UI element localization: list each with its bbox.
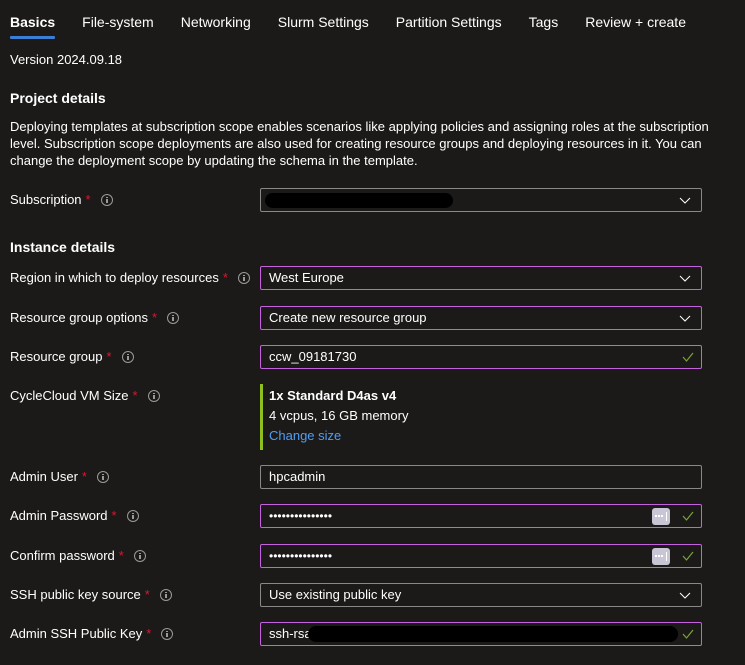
ssh-public-key-value: ssh-rsa — [269, 626, 312, 641]
ssh-key-source-value: Use existing public key — [269, 587, 402, 602]
resource-group-label: Resource group * — [10, 345, 134, 369]
confirm-password-label: Confirm password * — [10, 544, 146, 568]
checkmark-icon — [682, 629, 694, 639]
resource-group-options-dropdown[interactable]: Create new resource group — [260, 306, 702, 330]
required-marker: * — [152, 310, 158, 325]
tab-networking[interactable]: Networking — [181, 0, 251, 40]
ssh-public-key-label: Admin SSH Public Key * — [10, 622, 174, 646]
admin-user-label-text: Admin User — [10, 469, 78, 484]
required-marker: * — [106, 349, 112, 364]
vm-size-label: CycleCloud VM Size * — [10, 384, 160, 408]
password-manager-icon[interactable] — [652, 508, 670, 525]
required-marker: * — [85, 192, 91, 207]
resource-group-options-value: Create new resource group — [269, 310, 427, 325]
region-label-text: Region in which to deploy resources — [10, 270, 219, 285]
ssh-key-source-dropdown[interactable]: Use existing public key — [260, 583, 702, 607]
tab-file-system[interactable]: File-system — [82, 0, 154, 40]
info-icon[interactable] — [133, 550, 146, 562]
info-icon[interactable] — [121, 351, 134, 363]
required-marker: * — [111, 508, 117, 523]
admin-user-label: Admin User * — [10, 465, 109, 489]
required-marker: * — [146, 626, 152, 641]
resource-group-input[interactable]: ccw_09181730 — [260, 345, 702, 369]
chevron-down-icon — [679, 315, 691, 322]
redacted-value — [265, 193, 453, 208]
info-icon[interactable] — [100, 194, 113, 206]
checkmark-icon — [682, 551, 694, 561]
admin-password-value: ••••••••••••••• — [269, 509, 333, 523]
vm-size-spec: 4 vcpus, 16 GB memory — [269, 408, 409, 423]
required-marker: * — [118, 548, 124, 563]
info-icon[interactable] — [147, 390, 160, 402]
project-details-heading: Project details — [10, 90, 106, 106]
info-icon[interactable] — [96, 471, 109, 483]
chevron-down-icon — [679, 275, 691, 282]
ssh-public-key-row: Admin SSH Public Key * ssh-rsa — [10, 622, 702, 646]
resource-group-label-text: Resource group — [10, 349, 103, 364]
tab-review-create[interactable]: Review + create — [585, 0, 686, 40]
resource-group-options-label-text: Resource group options — [10, 310, 149, 325]
chevron-down-icon — [679, 592, 691, 599]
admin-password-label: Admin Password * — [10, 504, 139, 528]
resource-group-row: Resource group * ccw_09181730 — [10, 345, 702, 369]
resource-group-options-label: Resource group options * — [10, 306, 180, 330]
subscription-label: Subscription * — [10, 188, 113, 212]
admin-password-row: Admin Password * ••••••••••••••• — [10, 504, 702, 528]
ssh-public-key-input[interactable]: ssh-rsa — [260, 622, 702, 646]
tab-basics[interactable]: Basics — [10, 0, 56, 40]
admin-user-input[interactable]: hpcadmin — [260, 465, 702, 489]
instance-details-heading: Instance details — [10, 239, 116, 255]
project-details-description: Deploying templates at subscription scop… — [10, 119, 709, 168]
redacted-value — [308, 626, 678, 642]
vm-size-summary: 1x Standard D4as v4 4 vcpus, 16 GB memor… — [260, 384, 408, 450]
admin-user-row: Admin User * hpcadmin — [10, 465, 702, 489]
resource-group-value: ccw_09181730 — [269, 349, 357, 364]
admin-password-input[interactable]: ••••••••••••••• — [260, 504, 702, 528]
required-marker: * — [81, 469, 87, 484]
ssh-key-source-label-text: SSH public key source — [10, 587, 141, 602]
required-marker: * — [132, 388, 138, 403]
region-value: West Europe — [269, 270, 344, 285]
subscription-label-text: Subscription — [10, 192, 82, 207]
vm-size-name: 1x Standard D4as v4 — [269, 388, 397, 403]
info-icon[interactable] — [237, 272, 250, 284]
change-size-link[interactable]: Change size — [269, 426, 408, 446]
chevron-down-icon — [679, 197, 691, 204]
admin-password-label-text: Admin Password — [10, 508, 108, 523]
required-marker: * — [222, 270, 228, 285]
tab-tags[interactable]: Tags — [529, 0, 559, 40]
required-marker: * — [144, 587, 150, 602]
confirm-password-input[interactable]: ••••••••••••••• — [260, 544, 702, 568]
ssh-key-source-label: SSH public key source * — [10, 583, 172, 607]
info-icon[interactable] — [126, 510, 139, 522]
resource-group-options-row: Resource group options * Create new reso… — [10, 306, 702, 330]
ssh-key-source-row: SSH public key source * Use existing pub… — [10, 583, 702, 607]
region-row: Region in which to deploy resources * We… — [10, 266, 702, 290]
info-icon[interactable] — [161, 628, 174, 640]
tab-slurm-settings[interactable]: Slurm Settings — [278, 0, 369, 40]
tab-partition-settings[interactable]: Partition Settings — [396, 0, 502, 40]
password-manager-icon[interactable] — [652, 548, 670, 565]
info-icon[interactable] — [167, 312, 180, 324]
wizard-tabs: Basics File-system Networking Slurm Sett… — [10, 0, 713, 40]
confirm-password-label-text: Confirm password — [10, 548, 115, 563]
confirm-password-value: ••••••••••••••• — [269, 549, 333, 563]
version-text: Version 2024.09.18 — [10, 52, 123, 67]
vm-size-label-text: CycleCloud VM Size — [10, 388, 129, 403]
subscription-row: Subscription * — [10, 188, 702, 212]
region-dropdown[interactable]: West Europe — [260, 266, 702, 290]
ssh-public-key-label-text: Admin SSH Public Key — [10, 626, 143, 641]
admin-user-value: hpcadmin — [269, 469, 326, 484]
info-icon[interactable] — [159, 589, 172, 601]
checkmark-icon — [682, 511, 694, 521]
subscription-dropdown[interactable] — [260, 188, 702, 212]
checkmark-icon — [682, 352, 694, 362]
region-label: Region in which to deploy resources * — [10, 266, 250, 290]
confirm-password-row: Confirm password * ••••••••••••••• — [10, 544, 702, 568]
